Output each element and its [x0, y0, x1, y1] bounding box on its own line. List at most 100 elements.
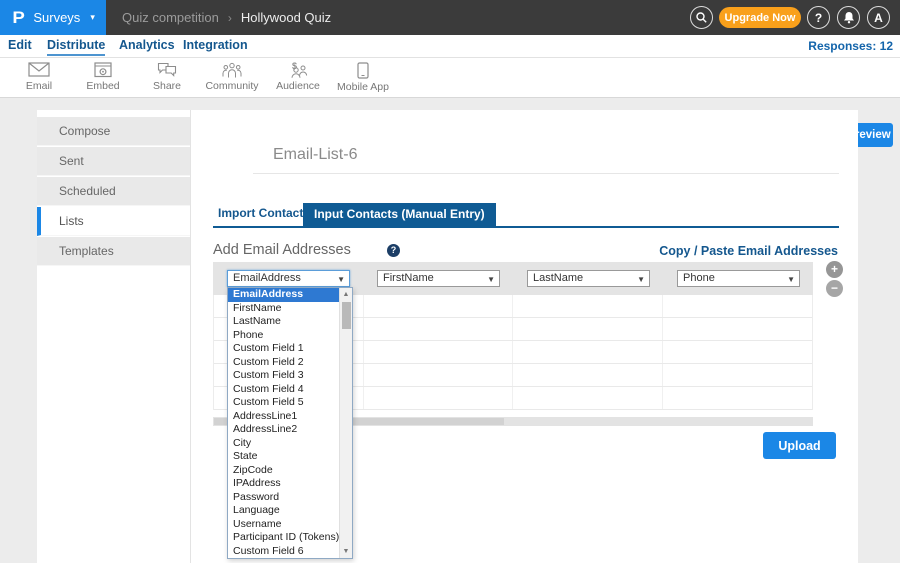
app-window: P Surveys ▾ Quiz competition › Hollywood… — [0, 0, 900, 563]
dropdown-option[interactable]: Custom Field 3 — [228, 369, 339, 383]
channel-email[interactable]: Email — [16, 62, 62, 92]
add-column-button[interactable]: + — [826, 261, 843, 278]
sidebar-item-sent[interactable]: Sent — [37, 147, 190, 176]
dropdown-scrollbar[interactable]: ▲ ▼ — [339, 288, 352, 558]
table-cell[interactable] — [663, 341, 813, 363]
top-header: P Surveys ▾ Quiz competition › Hollywood… — [0, 0, 900, 35]
sidebar-item-scheduled[interactable]: Scheduled — [37, 177, 190, 206]
select-arrow-icon: ▼ — [787, 272, 795, 287]
dropdown-option[interactable]: IPAddress — [228, 477, 339, 491]
dropdown-option[interactable]: LastName — [228, 315, 339, 329]
table-cell[interactable] — [663, 295, 813, 317]
question-mark-icon: ? — [815, 11, 822, 25]
table-cell[interactable] — [513, 295, 663, 317]
help-button[interactable]: ? — [807, 6, 830, 29]
product-name: Surveys — [33, 10, 80, 25]
field-select-first-name[interactable]: FirstName ▼ — [377, 270, 500, 287]
table-cell[interactable] — [513, 364, 663, 386]
dropdown-option[interactable]: Custom Field 6 — [228, 545, 339, 559]
search-icon — [696, 12, 707, 23]
dropdown-scrollbar-thumb[interactable] — [342, 302, 351, 329]
sidebar-divider — [190, 110, 191, 563]
tab-underline — [213, 226, 839, 228]
table-cell[interactable] — [364, 341, 514, 363]
copy-paste-link[interactable]: Copy / Paste Email Addresses — [659, 244, 838, 258]
surveys-product-menu[interactable]: P Surveys ▾ — [0, 0, 106, 35]
tab-input-contacts-manual[interactable]: Input Contacts (Manual Entry) — [303, 203, 496, 226]
share-icon — [157, 62, 177, 78]
dropdown-option[interactable]: AddressLine1 — [228, 410, 339, 424]
dropdown-option[interactable]: ZipCode — [228, 464, 339, 478]
email-panel: Compose Sent Scheduled Lists Templates E… — [37, 110, 858, 563]
dropdown-option[interactable]: Custom Field 2 — [228, 356, 339, 370]
field-select-email-address[interactable]: EmailAddress ▼ — [227, 270, 350, 287]
table-cell[interactable] — [663, 364, 813, 386]
select-value: Phone — [683, 272, 715, 284]
nav-distribute[interactable]: Distribute — [47, 38, 105, 56]
table-cell[interactable] — [364, 387, 514, 409]
responses-count[interactable]: Responses: 12 — [808, 39, 893, 53]
channel-embed[interactable]: Embed — [80, 62, 126, 92]
select-arrow-icon: ▼ — [637, 272, 645, 287]
table-cell[interactable] — [364, 295, 514, 317]
remove-column-button[interactable]: − — [826, 280, 843, 297]
nav-edit[interactable]: Edit — [8, 38, 32, 54]
notifications-button[interactable] — [837, 6, 860, 29]
channel-label: Embed — [80, 80, 126, 92]
sidebar-item-compose[interactable]: Compose — [37, 117, 190, 146]
dropdown-option[interactable]: State — [228, 450, 339, 464]
upload-button[interactable]: Upload — [763, 432, 836, 459]
channel-community[interactable]: Community — [200, 62, 264, 92]
search-button[interactable] — [690, 6, 713, 29]
dropdown-option[interactable]: Password — [228, 491, 339, 505]
channel-label: Community — [200, 80, 264, 92]
select-value: LastName — [533, 272, 583, 284]
sidebar-item-lists[interactable]: Lists — [37, 207, 190, 236]
dropdown-option[interactable]: AddressLine2 — [228, 423, 339, 437]
table-cell[interactable] — [364, 318, 514, 340]
dropdown-option[interactable]: Custom Field 1 — [228, 342, 339, 356]
dropdown-option[interactable]: Username — [228, 518, 339, 532]
breadcrumb: Quiz competition › Hollywood Quiz — [122, 0, 331, 35]
table-cell[interactable] — [513, 318, 663, 340]
dropdown-option[interactable]: Language — [228, 504, 339, 518]
questionpro-logo: P — [12, 8, 24, 28]
avatar-initial: A — [874, 11, 883, 25]
breadcrumb-separator: › — [228, 11, 232, 25]
sidebar-item-templates[interactable]: Templates — [37, 237, 190, 266]
table-cell[interactable] — [663, 318, 813, 340]
community-icon — [222, 62, 242, 78]
account-avatar[interactable]: A — [867, 6, 890, 29]
help-tooltip-icon[interactable]: ? — [387, 244, 400, 257]
table-cell[interactable] — [663, 387, 813, 409]
table-cell[interactable] — [513, 341, 663, 363]
upgrade-now-button[interactable]: Upgrade Now — [719, 7, 801, 28]
scroll-up-icon[interactable]: ▲ — [340, 288, 352, 301]
tab-import-contacts[interactable]: Import Contacts — [218, 206, 310, 220]
field-select-last-name[interactable]: LastName ▼ — [527, 270, 650, 287]
distribute-toolbar: Email Embed Share — [0, 58, 900, 98]
table-cell[interactable] — [513, 387, 663, 409]
dropdown-option[interactable]: FirstName — [228, 302, 339, 316]
channel-share[interactable]: Share — [144, 62, 190, 92]
dropdown-option[interactable]: City — [228, 437, 339, 451]
field-select-phone[interactable]: Phone ▼ — [677, 270, 800, 287]
dropdown-option[interactable]: Custom Field 5 — [228, 396, 339, 410]
table-cell[interactable] — [364, 364, 514, 386]
chevron-down-icon: ▾ — [90, 12, 95, 23]
channel-audience[interactable]: $ Audience — [270, 62, 326, 92]
dropdown-option[interactable]: Custom Field 4 — [228, 383, 339, 397]
dropdown-option[interactable]: EmailAddress — [228, 288, 339, 302]
svg-text:$: $ — [292, 62, 297, 71]
nav-analytics[interactable]: Analytics — [119, 38, 175, 54]
channel-mobile-app[interactable]: Mobile App — [328, 62, 398, 93]
dropdown-option[interactable]: Phone — [228, 329, 339, 343]
breadcrumb-folder[interactable]: Quiz competition — [122, 10, 219, 25]
dropdown-option[interactable]: Participant ID (Tokens) — [228, 531, 339, 545]
email-icon — [28, 62, 50, 78]
scroll-down-icon[interactable]: ▼ — [340, 545, 352, 558]
section-title: Add Email Addresses — [213, 242, 351, 258]
nav-integration[interactable]: Integration — [183, 38, 248, 54]
field-dropdown-options: EmailAddress FirstName LastName Phone Cu… — [228, 288, 339, 558]
channel-label: Mobile App — [328, 81, 398, 93]
